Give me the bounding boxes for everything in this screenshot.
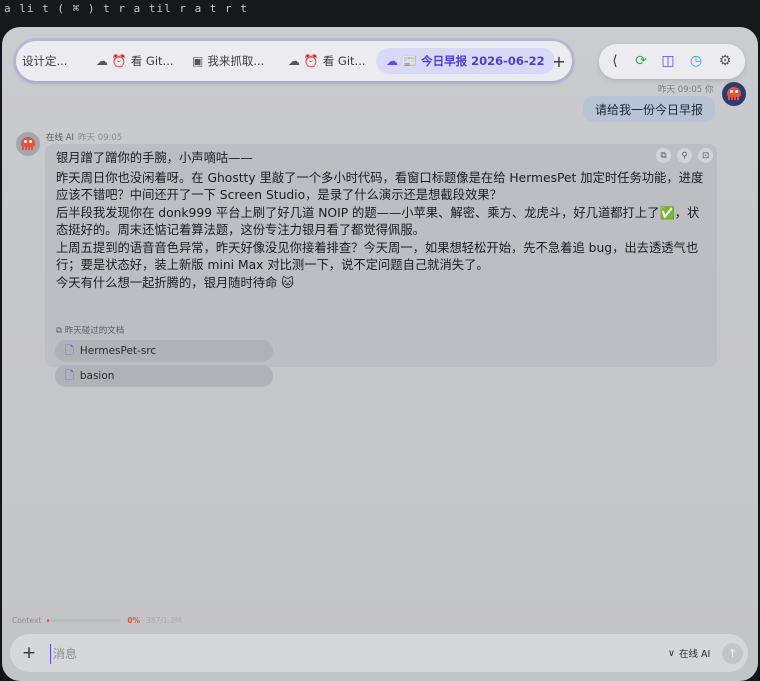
context-usage: Context 0% 387/1.2M bbox=[12, 616, 181, 625]
file-chip[interactable]: 🗋 basion bbox=[55, 365, 273, 387]
ai-sender-name: 在线 AI bbox=[46, 133, 75, 143]
tab-2[interactable]: ☁ ⏰ 看 Git... bbox=[96, 48, 174, 74]
tab-daily-report[interactable]: ☁ 📰 今日早报 2026-06-22 bbox=[376, 48, 555, 74]
file-chip[interactable]: 🗋 HermesPet-src bbox=[55, 340, 273, 362]
cloud-alarm-icon: ☁ ⏰ bbox=[288, 54, 319, 68]
tab-bar: 设计定... ☁ ⏰ 看 Git... ▣ 我来抓取... ☁ ⏰ 看 Git.… bbox=[16, 41, 572, 81]
context-percent: 0% bbox=[127, 616, 141, 625]
model-label: 在线 AI bbox=[678, 649, 711, 660]
add-attachment-button[interactable]: + bbox=[16, 640, 42, 666]
file-icon: 🗋 bbox=[65, 368, 74, 382]
context-label: Context bbox=[12, 616, 42, 625]
file-icon: 🗋 bbox=[65, 343, 74, 357]
tab-label: 看 Git... bbox=[322, 54, 366, 68]
message-paragraph: 银月蹭了蹭你的手腕，小声嘀咕—— bbox=[56, 151, 253, 165]
terminal-icon: ▣ bbox=[192, 54, 204, 68]
file-chip-label: HermesPet-src bbox=[79, 345, 157, 357]
document-copy-icon: ⧉ bbox=[56, 326, 65, 336]
cloud-alarm-icon: ☁ ⏰ bbox=[96, 54, 127, 68]
tab-label: 设计定... bbox=[22, 54, 68, 68]
chat-window: 设计定... ☁ ⏰ 看 Git... ▣ 我来抓取... ☁ ⏰ 看 Git.… bbox=[2, 27, 758, 681]
octopus-avatar-icon bbox=[726, 87, 742, 101]
chevron-down-icon: ∨ bbox=[668, 647, 675, 659]
collapse-icon[interactable]: ⟨ bbox=[603, 49, 627, 73]
tab-label: 我来抓取... bbox=[207, 54, 265, 68]
ai-avatar bbox=[16, 132, 40, 156]
ai-message-meta: 在线 AI 昨天 09:05 bbox=[46, 131, 122, 143]
cloud-newspaper-icon: ☁ 📰 bbox=[386, 54, 418, 68]
user-avatar bbox=[722, 82, 746, 106]
message-paragraph: 后半段我发现你在 donk999 平台上刷了好几道 NOIP 的题——小苹果、解… bbox=[56, 206, 700, 237]
user-message-bubble: 请给我一份今日早报 bbox=[583, 96, 715, 122]
split-view-icon[interactable]: ◫ bbox=[656, 49, 680, 73]
ai-message-card: ⧉ ⚲ ⊡ 银月蹭了蹭你的手腕，小声嘀咕—— 昨天周日你也没闲着呀。在 Ghos… bbox=[45, 144, 717, 387]
message-paragraph: 上周五提到的语音音色异常，昨天好像没见你接着排查？今天周一，如果想轻松开始，先不… bbox=[56, 241, 699, 272]
context-progress-fill bbox=[47, 619, 50, 622]
message-input[interactable] bbox=[50, 644, 615, 664]
user-message-meta: 昨天 09:05 你 bbox=[658, 85, 714, 95]
message-composer: + ∨ 在线 AI ↑ bbox=[10, 634, 748, 672]
referenced-docs-text: 昨天碰过的文档 bbox=[64, 326, 125, 336]
tab-4[interactable]: ☁ ⏰ 看 Git... bbox=[288, 48, 366, 74]
tab-1[interactable]: 设计定... bbox=[22, 48, 67, 74]
add-tab-button[interactable]: + bbox=[547, 49, 571, 73]
tab-label: 看 Git... bbox=[130, 54, 174, 68]
message-paragraph: 昨天周日你也没闲着呀。在 Ghostty 里敲了一个多小时代码，看窗口标题像是在… bbox=[56, 171, 704, 202]
context-progress-bar bbox=[47, 619, 122, 622]
send-button[interactable]: ↑ bbox=[722, 643, 743, 664]
file-chip-label: basion bbox=[79, 370, 115, 382]
window-toolbar: ⟨ ⟳ ◫ ◷ ⚙ bbox=[599, 44, 745, 79]
history-icon[interactable]: ◷ bbox=[684, 49, 708, 73]
ai-message-time: 昨天 09:05 bbox=[78, 133, 123, 143]
tab-label: 今日早报 2026-06-22 bbox=[421, 54, 545, 68]
settings-gear-icon[interactable]: ⚙ bbox=[713, 49, 737, 73]
context-tokens: 387/1.2M bbox=[146, 616, 182, 625]
message-paragraph: 今天有什么想一起折腾的，银月随时待命 🐱 bbox=[56, 276, 295, 290]
tab-3[interactable]: ▣ 我来抓取... bbox=[192, 48, 264, 74]
model-selector[interactable]: ∨ 在线 AI bbox=[668, 646, 711, 661]
octopus-avatar-icon bbox=[20, 137, 36, 151]
schedule-icon[interactable]: ⟳ bbox=[629, 49, 653, 73]
referenced-docs-label: ⧉ 昨天碰过的文档 bbox=[56, 324, 124, 336]
